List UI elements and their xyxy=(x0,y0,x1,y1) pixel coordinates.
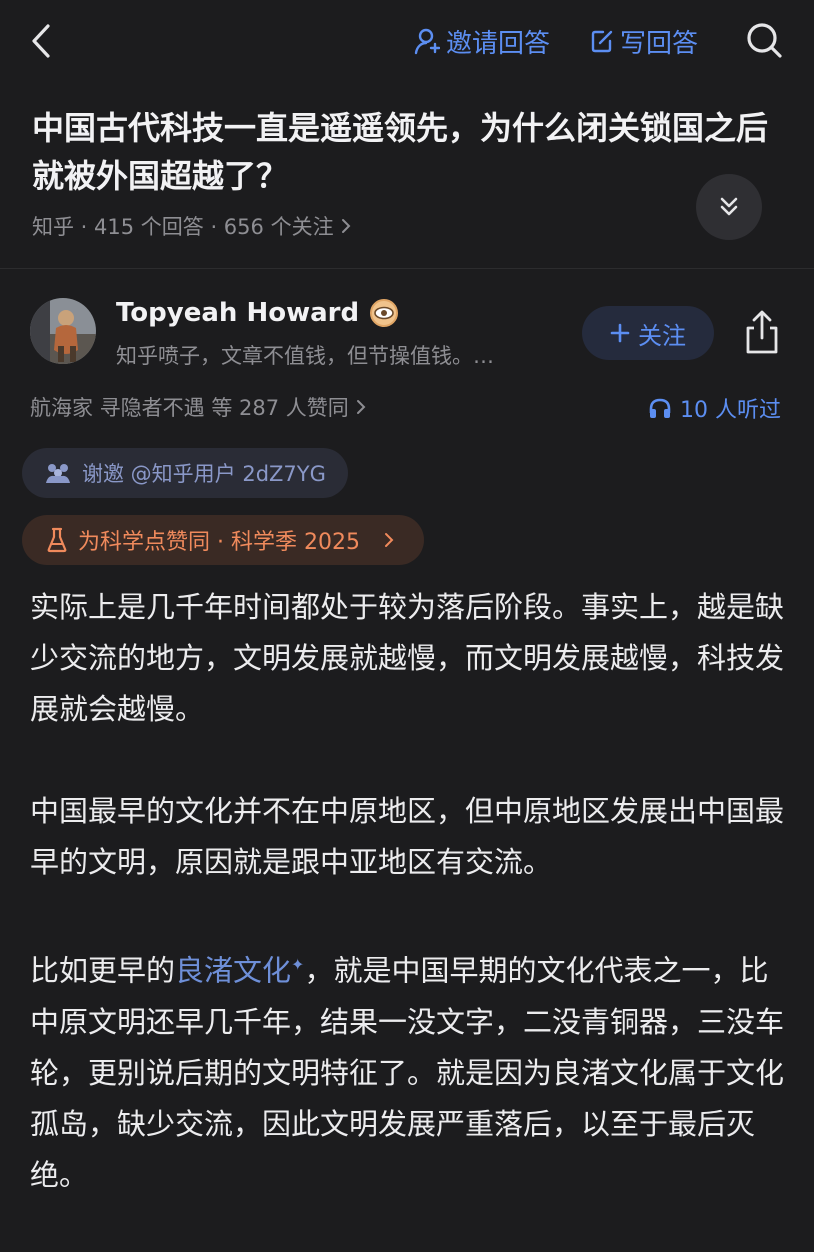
answer-paragraph: 中国最早的文化并不在中原地区，但中原地区发展出中国最早的文明，原因就是跟中亚地区… xyxy=(30,794,785,879)
question-meta[interactable]: 知乎 · 415 个回答 · 656 个关注 xyxy=(32,211,352,241)
encyclopedia-link[interactable]: 良渚文化 xyxy=(175,954,291,988)
question-meta-text: 知乎 · 415 个回答 · 656 个关注 xyxy=(32,215,334,239)
answer-paragraph: 实际上是几千年时间都处于较为落后阶段。事实上，越是缺少交流的地方，文明发展就越慢… xyxy=(30,590,785,726)
group-icon xyxy=(46,464,70,483)
listen-count-button[interactable]: 10 人听过 xyxy=(648,392,781,424)
science-season-text: 为科学点赞同 · 科学季 2025 xyxy=(78,530,360,555)
write-answer-button[interactable]: 写回答 xyxy=(590,22,698,60)
author-avatar[interactable] xyxy=(30,298,96,364)
divider xyxy=(0,268,814,269)
listen-count-text: 10 人听过 xyxy=(680,398,781,423)
top-bar: 邀请回答 写回答 xyxy=(0,0,814,84)
paragraph-text: ，就是中国早期的文化代表之一，比中原文明还早几千年，结果一没文字，二没青铜器，三… xyxy=(30,953,785,1192)
invite-thanks-tag[interactable]: 谢邀 @知乎用户 2dZ7YG xyxy=(22,448,348,498)
follow-label: 关注 xyxy=(638,322,686,350)
write-answer-label: 写回答 xyxy=(620,28,699,59)
edit-icon xyxy=(591,30,613,53)
collapse-button[interactable] xyxy=(696,174,762,240)
answer-content: 实际上是几千年时间都处于较为落后阶段。事实上，越是缺少交流的地方，文明发展就越慢… xyxy=(30,582,790,1252)
chevron-right-icon xyxy=(356,400,366,414)
share-icon[interactable] xyxy=(740,308,784,356)
eye-badge-icon xyxy=(370,299,399,327)
voters-text: 航海家 寻隐者不遇 等 287 人赞同 xyxy=(30,396,349,420)
chevron-right-icon xyxy=(341,219,350,233)
author-name: Topyeah Howard xyxy=(116,298,360,328)
double-chevron-down-icon xyxy=(720,197,738,216)
plus-icon xyxy=(610,323,630,343)
person-icon xyxy=(414,28,440,55)
invite-answer-button[interactable]: 邀请回答 xyxy=(414,22,550,60)
science-season-tag[interactable]: 为科学点赞同 · 科学季 2025 xyxy=(22,515,424,565)
answer-paragraph: 比如更早的良渚文化✦，就是中国早期的文化代表之一，比中原文明还早几千年，结果一没… xyxy=(30,939,790,1201)
invite-thanks-text: 谢邀 @知乎用户 2dZ7YG xyxy=(82,462,326,486)
flask-icon xyxy=(47,527,67,553)
search-icon[interactable] xyxy=(744,20,784,60)
back-arrow-icon[interactable] xyxy=(28,22,54,60)
avatar-image xyxy=(30,298,96,364)
author-name-row[interactable]: Topyeah Howard xyxy=(116,298,399,328)
invite-answer-label: 邀请回答 xyxy=(446,28,551,59)
headphones-icon xyxy=(649,398,671,418)
voters-summary[interactable]: 航海家 寻隐者不遇 等 287 人赞同 xyxy=(30,392,367,422)
link-sparkle-icon: ✦ xyxy=(291,955,305,974)
question-title[interactable]: 中国古代科技一直是遥遥领先，为什么闭关锁国之后就被外国超越了？ xyxy=(32,104,782,200)
follow-button[interactable]: 关注 xyxy=(582,306,714,360)
paragraph-text: 比如更早的 xyxy=(30,953,176,988)
author-bio: 知乎喷子，文章不值钱，但节操值钱。… xyxy=(116,344,494,368)
chevron-right-icon xyxy=(384,533,394,547)
